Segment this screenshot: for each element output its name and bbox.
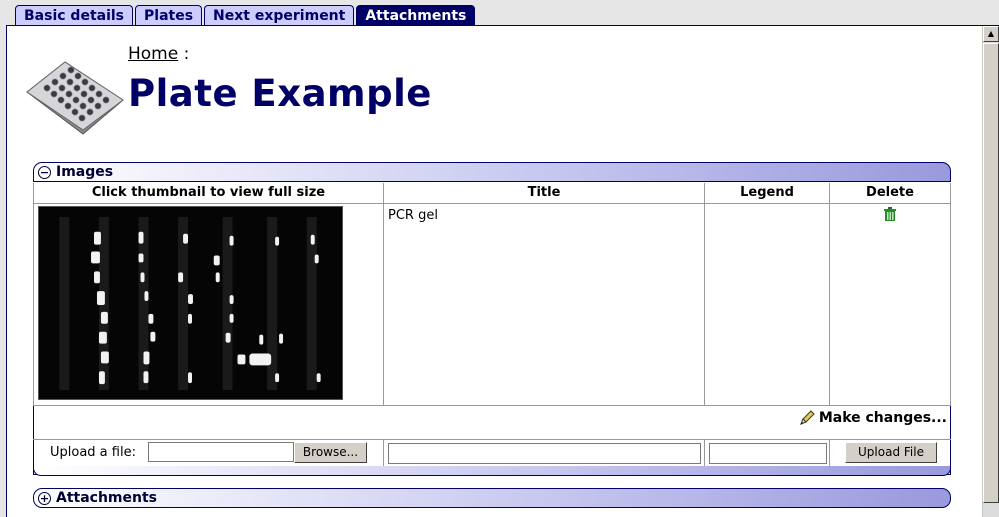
gel-thumbnail[interactable] <box>38 205 343 400</box>
upload-row: Upload a file: Browse... Upload File <box>33 439 951 466</box>
column-divider <box>383 440 384 466</box>
tab-basic-details[interactable]: Basic details <box>15 5 134 25</box>
scroll-up-icon[interactable]: ▲ <box>983 26 999 42</box>
title-cell: PCR gel <box>383 202 705 406</box>
pencil-icon <box>799 410 815 425</box>
column-divider <box>829 440 830 466</box>
breadcrumb-separator: : <box>183 44 190 64</box>
column-header-thumbnail: Click thumbnail to view full size <box>33 183 384 204</box>
attachments-panel-header[interactable]: + Attachments <box>33 488 951 508</box>
scrollbar-thumb[interactable] <box>983 43 999 503</box>
make-changes-link[interactable]: Make changes... <box>799 410 947 426</box>
upload-label: Upload a file: <box>50 445 136 460</box>
plate-icon <box>26 61 124 135</box>
images-panel-footer <box>33 466 951 476</box>
images-panel-title: Images <box>56 164 114 180</box>
images-panel-header[interactable]: − Images <box>33 162 951 182</box>
title-input[interactable] <box>388 443 701 464</box>
column-header-delete: Delete <box>829 183 951 204</box>
images-table-header: Click thumbnail to view full size Title … <box>33 183 951 204</box>
breadcrumb-home-link[interactable]: Home <box>128 44 178 64</box>
upload-file-button[interactable]: Upload File <box>845 442 937 463</box>
column-header-legend: Legend <box>704 183 830 204</box>
table-row: PCR gel <box>33 202 951 406</box>
file-path-input[interactable] <box>148 442 294 462</box>
tab-next-experiment[interactable]: Next experiment <box>204 5 355 25</box>
browse-button[interactable]: Browse... <box>294 442 367 463</box>
column-divider <box>704 440 705 466</box>
content-frame: Home : Plate Example − Images Click thum… <box>6 25 999 517</box>
tab-bar: Basic details Plates Next experiment Att… <box>15 5 477 25</box>
tab-attachments[interactable]: Attachments <box>356 5 476 25</box>
legend-cell <box>704 202 830 406</box>
collapse-icon[interactable]: − <box>38 165 51 179</box>
tab-plates[interactable]: Plates <box>135 5 203 25</box>
images-table: Click thumbnail to view full size Title … <box>33 183 951 406</box>
page-title: Plate Example <box>128 72 432 115</box>
column-header-title: Title <box>383 183 705 204</box>
attachments-panel-title: Attachments <box>56 490 158 506</box>
legend-input[interactable] <box>709 443 827 464</box>
breadcrumb: Home : <box>128 44 189 64</box>
thumbnail-cell <box>33 202 384 406</box>
make-changes-label: Make changes... <box>818 410 947 426</box>
expand-icon[interactable]: + <box>38 491 51 505</box>
trash-icon[interactable] <box>884 206 896 221</box>
delete-cell <box>829 202 951 406</box>
vertical-scrollbar[interactable]: ▲ <box>982 26 999 517</box>
